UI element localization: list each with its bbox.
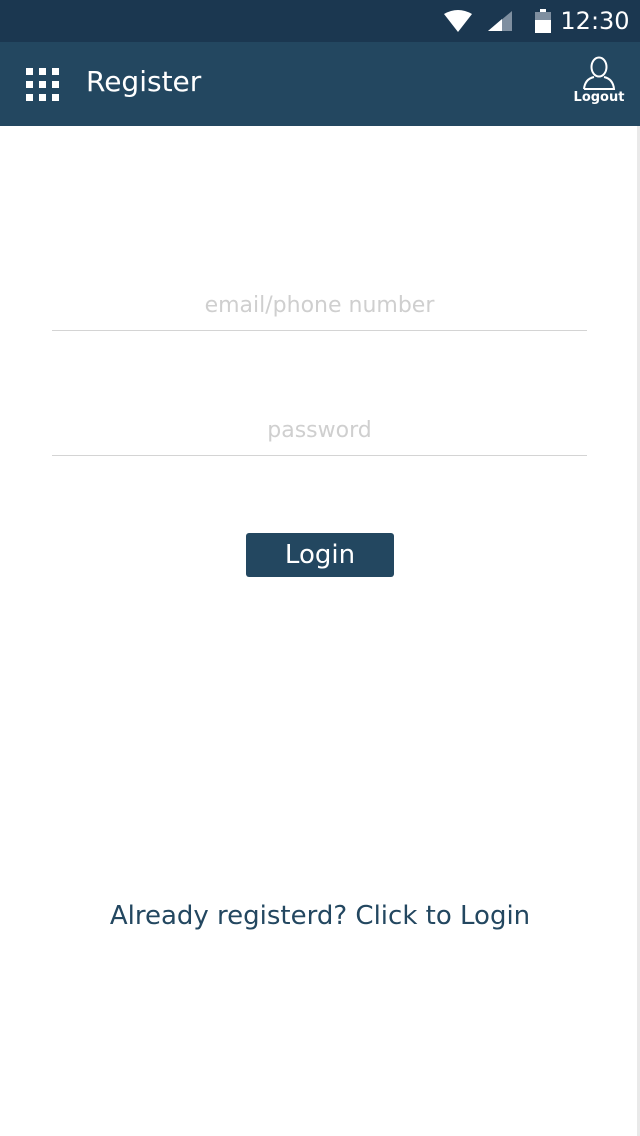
login-button[interactable]: Login	[246, 533, 394, 577]
already-registered-link[interactable]: Already registerd? Click to Login	[0, 896, 640, 936]
password-field-container	[52, 395, 587, 456]
app-bar: Register Logout	[0, 42, 640, 126]
status-time: 12:30	[560, 7, 630, 35]
password-field[interactable]	[52, 395, 587, 455]
logout-button[interactable]: Logout	[570, 54, 628, 114]
grid-menu-icon[interactable]	[26, 68, 60, 102]
battery-icon	[535, 9, 551, 33]
status-bar: 12:30	[0, 0, 640, 42]
logout-label: Logout	[573, 90, 625, 105]
email-field-container	[52, 270, 587, 331]
email-field[interactable]	[52, 270, 587, 330]
user-icon	[583, 56, 616, 90]
signal-icon	[488, 11, 512, 31]
wifi-icon	[444, 10, 472, 32]
page-title: Register	[86, 65, 202, 98]
